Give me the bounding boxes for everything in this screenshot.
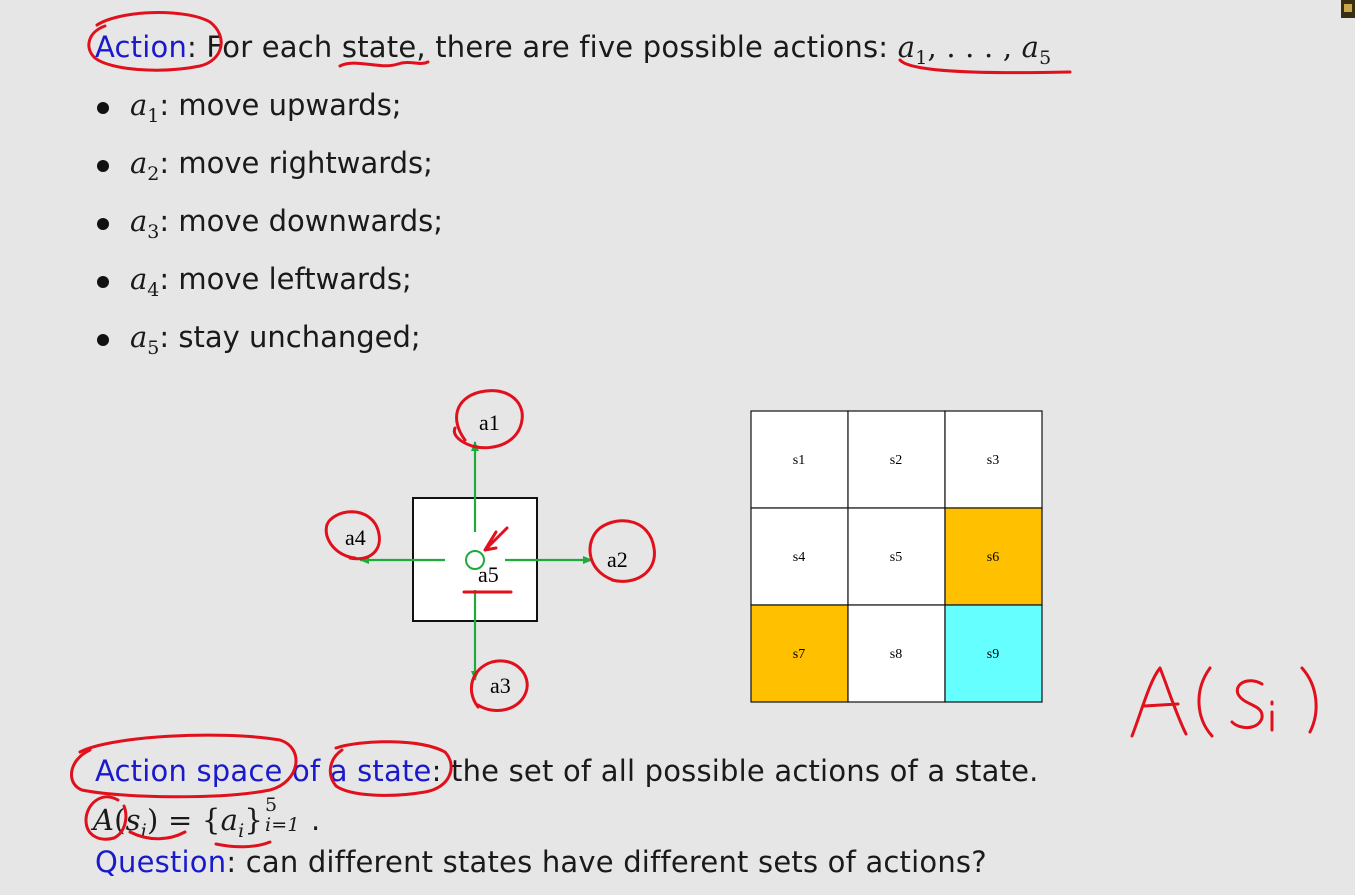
question-term: Question <box>95 845 227 879</box>
action-space-state: a state <box>329 754 432 788</box>
list-item: a5: stay unchanged; <box>130 320 421 359</box>
formula-a: a <box>220 803 239 837</box>
action-description: : move downwards; <box>159 204 444 238</box>
action-subscript: 5 <box>147 337 160 359</box>
formula-a-subscript: i <box>238 820 245 842</box>
action-symbol: a <box>130 88 148 122</box>
grid-label-s8: s8 <box>890 647 902 662</box>
action-term: Action <box>95 30 188 64</box>
grid-world: s1 s2 s3 s4 s5 s6 s7 s8 s9 <box>750 410 1043 703</box>
formula-lparen: ( <box>114 803 126 837</box>
handwritten-note <box>1130 666 1188 738</box>
grid-label-s5: s5 <box>890 550 902 565</box>
grid-label-s1: s1 <box>793 453 805 468</box>
bullet-dot <box>97 276 109 288</box>
action-symbol: a <box>130 320 148 354</box>
formula-A: A <box>93 803 115 837</box>
grid-label-s3: s3 <box>987 453 999 468</box>
action-subscript: 2 <box>147 163 160 185</box>
action-last-subscript: 5 <box>1039 47 1052 69</box>
grid-label-s6: s6 <box>987 550 999 565</box>
action-colon: : <box>187 30 198 64</box>
action-space-of: of <box>282 754 330 788</box>
action-space-colon: : <box>431 754 442 788</box>
label-a4: a4 <box>345 525 366 550</box>
grid-label-s2: s2 <box>890 453 902 468</box>
handwritten-note-paren1 <box>1197 666 1214 738</box>
label-a5: a5 <box>478 562 499 587</box>
list-item: a4: move leftwards; <box>130 262 412 301</box>
list-item: a2: move rightwards; <box>130 146 433 185</box>
formula-superscript: 5 <box>265 794 278 816</box>
list-item: a1: move upwards; <box>130 88 402 127</box>
label-a2: a2 <box>607 547 628 572</box>
grid-label-s4: s4 <box>793 550 805 565</box>
action-subscript: 4 <box>147 279 160 301</box>
formula-equals: = { <box>158 803 221 837</box>
question-text: : can different states have different se… <box>226 845 987 879</box>
bullet-dot <box>97 334 109 346</box>
action-first-symbol: a <box>897 30 916 64</box>
action-description: : move rightwards; <box>159 146 433 180</box>
formula-s: s <box>125 803 141 837</box>
action-first-subscript: 1 <box>915 47 928 69</box>
handwritten-note-S <box>1230 679 1264 729</box>
formula-range: i=1 <box>265 814 300 836</box>
action-description: : stay unchanged; <box>159 320 421 354</box>
label-a1: a1 <box>479 410 500 435</box>
action-subscript: 3 <box>147 221 160 243</box>
formula-dot: . <box>311 803 321 837</box>
action-description: : move upwards; <box>159 88 402 122</box>
action-description: : move leftwards; <box>159 262 412 296</box>
window-corner-icon <box>1341 0 1355 18</box>
action-space-line: Action space of a state: the set of all … <box>95 754 1039 788</box>
grid-label-s7: s7 <box>793 647 805 662</box>
action-space-formula: A(si) = {ai} 5 i=1 . <box>93 794 321 842</box>
question-line: Question: can different states have diff… <box>95 845 987 879</box>
bullet-dot <box>97 102 109 114</box>
action-diagram: a1 a2 a3 a4 a5 <box>324 389 656 713</box>
action-symbol: a <box>130 262 148 296</box>
bullet-dot <box>97 160 109 172</box>
action-space-term: Action space <box>95 754 283 788</box>
action-space-text: the set of all possible actions of a sta… <box>441 754 1039 788</box>
handwritten-note-paren2 <box>1300 666 1318 734</box>
formula-rparen: ) <box>147 803 159 837</box>
action-symbol: a <box>130 204 148 238</box>
formula-s-subscript: i <box>140 820 148 842</box>
action-ellipsis: , . . . , <box>927 30 1022 64</box>
formula-rbrace: } <box>244 803 263 837</box>
action-symbol: a <box>130 146 148 180</box>
grid-label-s9: s9 <box>987 647 999 662</box>
bullet-dot <box>97 218 109 230</box>
list-item: a3: move downwards; <box>130 204 444 243</box>
action-subscript: 1 <box>147 105 160 127</box>
action-last-symbol: a <box>1021 30 1040 64</box>
action-definition-text: For each state, there are five possible … <box>197 30 898 64</box>
label-a3: a3 <box>490 673 511 698</box>
action-definition-line: Action: For each state, there are five p… <box>95 30 1051 69</box>
